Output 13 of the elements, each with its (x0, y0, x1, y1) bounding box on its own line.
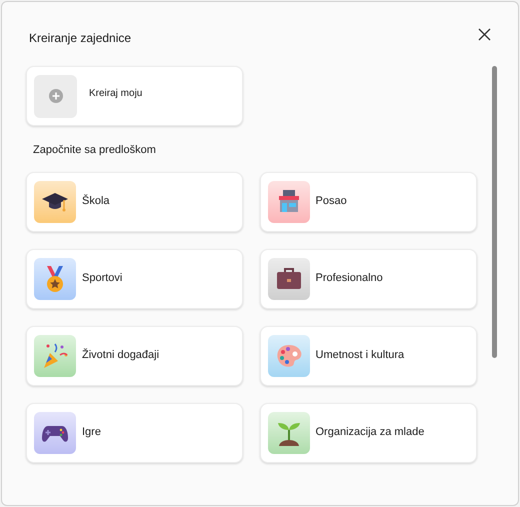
template-card[interactable]: Životni događaji (26, 326, 243, 386)
dialog-title: Kreiranje zajednice (28, 30, 132, 47)
close-icon (478, 28, 490, 40)
create-card[interactable]: Kreiraj moju (26, 66, 243, 126)
section-label: Započnite sa predloškom (32, 143, 157, 158)
template-card[interactable]: Profesionalno (260, 248, 476, 308)
template-card[interactable]: Škola (26, 172, 243, 232)
plus-icon (48, 89, 62, 103)
template-card[interactable]: Umetnost i kultura (260, 326, 476, 386)
template-card[interactable]: Igre (26, 402, 243, 462)
template-card[interactable]: Sportovi (26, 248, 243, 308)
template-card[interactable]: Posao (260, 172, 476, 232)
template-card[interactable]: Organizacija za mlade (260, 402, 476, 462)
